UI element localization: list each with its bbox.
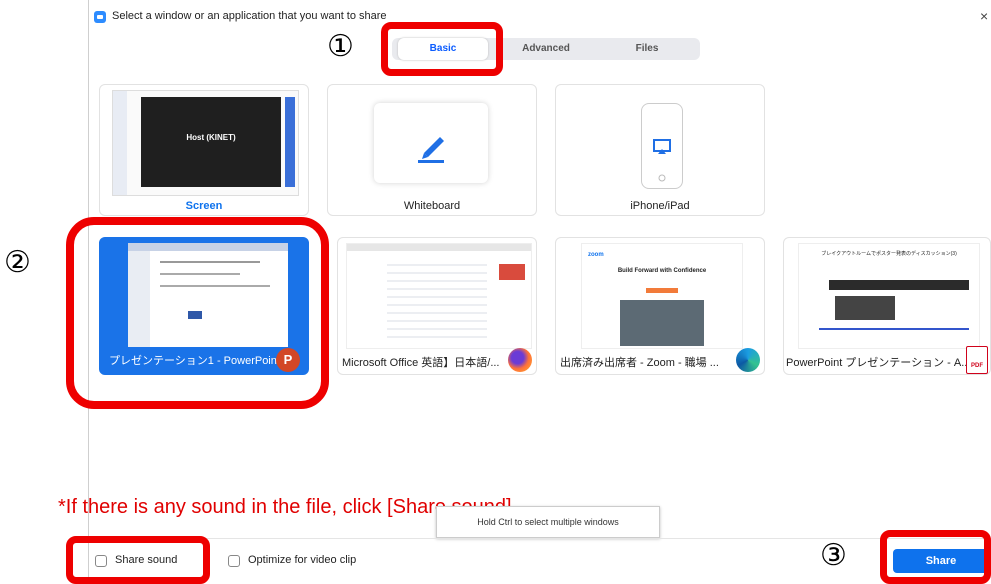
tile-pdf-label: PowerPoint プレゼンテーション - A... — [786, 357, 971, 369]
firefox-thumb-image — [499, 264, 525, 280]
tile-firefox-label: Microsoft Office 英語】日本語/... — [342, 357, 500, 369]
step-marker-1: ① — [327, 30, 354, 63]
screen-thumbnail: Host (KINET) — [112, 90, 299, 196]
edge-thumb-photo — [620, 300, 704, 346]
pdf-thumb-bar — [829, 280, 969, 290]
phone-airplay-icon — [653, 139, 671, 182]
highlight-powerpoint-tile — [66, 217, 329, 409]
firefox-thumb-table — [387, 258, 487, 338]
tile-iphone-label: iPhone/iPad — [630, 200, 690, 212]
tile-edge-window[interactable]: zoom Build Forward with Confidence 出席済み出… — [555, 237, 765, 375]
step-marker-2: ② — [4, 246, 31, 279]
pdf-thumb-text — [819, 328, 969, 330]
pdf-app-icon: PDF — [966, 346, 988, 374]
screen-thumb-meeting: Host (KINET) — [141, 97, 281, 187]
edge-thumb-button — [646, 288, 678, 293]
edge-thumb-brand: zoom — [588, 252, 604, 258]
pdf-thumbnail: ブレイクアウトルームでポスター発表のディスカッション(3) — [798, 243, 980, 349]
pdf-thumb-title: ブレイクアウトルームでポスター発表のディスカッション(3) — [821, 251, 957, 257]
whiteboard-card — [374, 103, 488, 183]
tab-files[interactable]: Files — [600, 38, 694, 60]
optimize-video-checkbox[interactable] — [228, 555, 240, 567]
highlight-basic-tab — [381, 22, 503, 76]
multi-select-tooltip: Hold Ctrl to select multiple windows — [436, 506, 660, 538]
tile-screen[interactable]: Host (KINET) Screen — [99, 84, 309, 216]
pdf-thumb-screen — [835, 296, 895, 320]
firefox-thumbnail — [346, 243, 532, 349]
footer-divider — [88, 538, 991, 539]
edge-thumb-title: Build Forward with Confidence — [617, 268, 707, 274]
tile-edge-label: 出席済み出席者 - Zoom - 職場 ... — [560, 357, 719, 369]
firefox-thumb-toolbar — [347, 244, 531, 251]
tile-iphone-ipad[interactable]: iPhone/iPad — [555, 84, 765, 216]
screen-thumb-panel — [285, 97, 295, 187]
firefox-app-icon — [508, 348, 532, 372]
zoom-app-icon — [94, 11, 106, 23]
optimize-video-label[interactable]: Optimize for video clip — [248, 554, 356, 566]
edge-thumbnail: zoom Build Forward with Confidence — [581, 243, 743, 349]
edge-app-icon — [736, 348, 760, 372]
tile-screen-label: Screen — [185, 200, 223, 212]
highlight-share-button — [880, 530, 991, 584]
pencil-icon — [418, 137, 444, 163]
host-label: Host (KINET) — [186, 133, 236, 142]
step-marker-3: ③ — [820, 539, 847, 572]
dialog-title: Select a window or an application that y… — [112, 10, 387, 22]
highlight-share-sound — [66, 536, 210, 584]
tile-firefox-window[interactable]: Microsoft Office 英語】日本語/... — [337, 237, 537, 375]
close-icon[interactable]: × — [980, 8, 988, 24]
phone-outline — [641, 103, 683, 189]
tile-whiteboard[interactable]: Whiteboard — [327, 84, 537, 216]
tile-pdf-window[interactable]: ブレイクアウトルームでポスター発表のディスカッション(3) PowerPoint… — [783, 237, 991, 375]
screen-thumb-sidebar — [113, 91, 127, 195]
tile-whiteboard-label: Whiteboard — [403, 200, 461, 212]
tab-advanced[interactable]: Advanced — [500, 38, 592, 60]
